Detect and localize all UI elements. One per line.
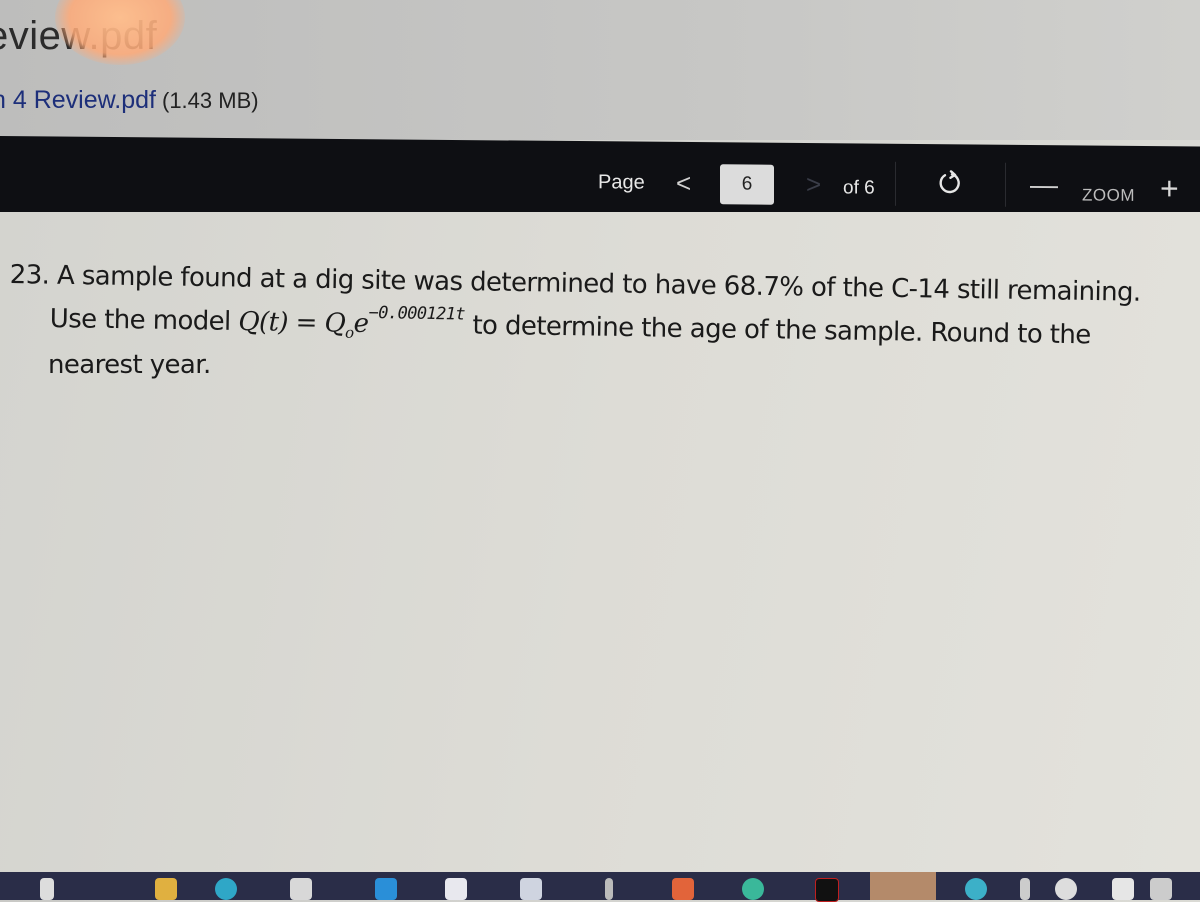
question-line-2: Use the model Q(t) = Qoe−0.000121t to de…: [49, 303, 1091, 351]
formula-base: e: [353, 308, 369, 340]
file-header: eview.pdf n 4 Review.pdf(1.43 MB): [0, 0, 1200, 140]
chevron-right-icon[interactable]: >: [806, 169, 821, 200]
question-text: Use the model: [49, 304, 239, 337]
question-number: 23.: [9, 260, 50, 291]
refresh-icon[interactable]: [938, 170, 962, 202]
pdf-page: 23. A sample found at a dig site was det…: [0, 212, 1200, 872]
tray-icon-3[interactable]: [1112, 878, 1134, 900]
file-download-link[interactable]: n 4 Review.pdf: [0, 86, 156, 114]
netflix-icon[interactable]: [815, 878, 839, 902]
tray-icon-2[interactable]: [1055, 878, 1077, 900]
zoom-out-button[interactable]: —: [1030, 169, 1058, 201]
dropbox-icon[interactable]: [520, 878, 542, 900]
question-text: A sample found at a dig site was determi…: [56, 260, 1141, 308]
app-icon-3[interactable]: [965, 878, 987, 900]
page-number-input[interactable]: [720, 164, 774, 205]
pdf-toolbar: Page < > of 6 — ZOOM +: [0, 136, 1200, 223]
tray-icon-4[interactable]: [1150, 878, 1172, 900]
question-line-1: 23. A sample found at a dig site was det…: [10, 260, 1141, 308]
store-icon[interactable]: [290, 878, 312, 900]
app-icon-2[interactable]: [870, 872, 936, 900]
app-icon-1[interactable]: [40, 878, 54, 900]
divider: [895, 161, 896, 206]
file-link-row: n 4 Review.pdf (1.43 MB): [0, 86, 259, 115]
taskbar: [0, 872, 1200, 902]
file-explorer-icon[interactable]: [155, 878, 177, 900]
divider: [1005, 162, 1006, 207]
file-size: (1.43 MB): [162, 88, 259, 113]
chevron-left-icon[interactable]: <: [676, 168, 691, 199]
zoom-in-button[interactable]: +: [1160, 170, 1179, 207]
page-label: Page: [598, 171, 645, 194]
formula-lhs: Q(t) = Q: [238, 306, 346, 339]
drive-icon[interactable]: [375, 878, 397, 900]
tray-icon-1[interactable]: [1020, 878, 1030, 900]
word-icon[interactable]: [445, 878, 467, 900]
chrome-icon[interactable]: [742, 878, 764, 900]
question-text: to determine the age of the sample. Roun…: [464, 310, 1091, 351]
formula-exponent: −0.000121t: [368, 303, 466, 325]
pen-icon[interactable]: [605, 878, 613, 900]
formula-subscript: o: [344, 323, 354, 342]
question-line-3: nearest year.: [48, 350, 211, 380]
zoom-label: ZOOM: [1082, 185, 1135, 205]
office-icon[interactable]: [672, 878, 694, 900]
page-count: of 6: [843, 177, 875, 199]
edge-icon[interactable]: [215, 878, 237, 900]
formula: Q(t) = Qoe−0.000121t: [238, 303, 465, 342]
